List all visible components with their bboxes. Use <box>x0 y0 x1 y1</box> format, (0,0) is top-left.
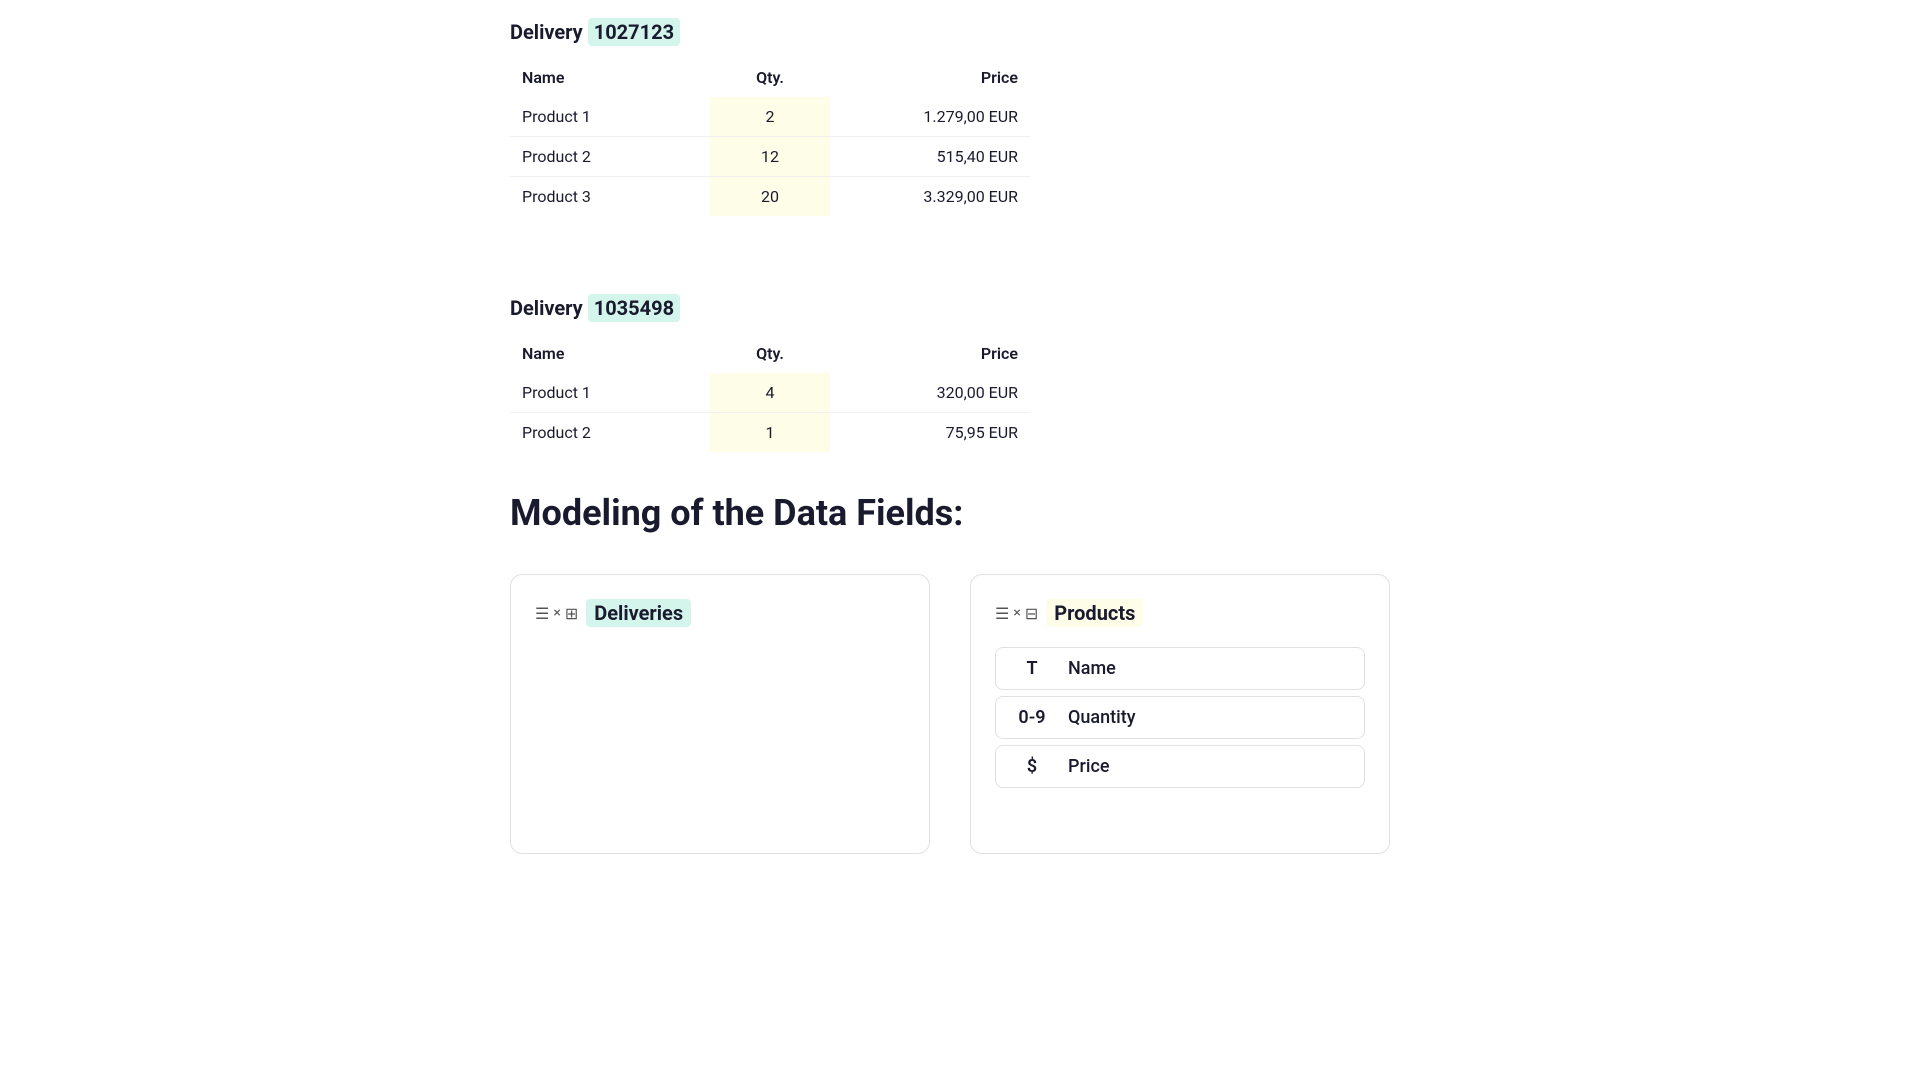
cell-price: 3.329,00 EUR <box>830 177 1030 217</box>
col-header-qty-2: Qty. <box>710 336 830 373</box>
field-rows-products: T Name 0-9 Quantity $ Price <box>995 647 1365 788</box>
field-name: Price <box>1068 756 1109 777</box>
modeling-title: Modeling of the Data Fields: <box>510 492 1410 534</box>
table-icon-products: ⊟ <box>1025 604 1038 623</box>
modeling-cards: ☰ × ⊞ Deliveries ☰ × ⊟ Products <box>510 574 1410 854</box>
list-icon-deliveries: ☰ <box>535 604 549 623</box>
table-row: Product 3 20 3.329,00 EUR <box>510 177 1030 217</box>
field-row: $ Price <box>995 745 1365 788</box>
cell-price: 75,95 EUR <box>830 413 1030 453</box>
field-icon: 0-9 <box>1012 707 1052 728</box>
separator-1 <box>510 256 1410 296</box>
cell-name: Product 1 <box>510 373 710 413</box>
model-card-products: ☰ × ⊟ Products T Name 0-9 Quantity $ Pri… <box>970 574 1390 854</box>
table-row: Product 1 4 320,00 EUR <box>510 373 1030 413</box>
field-name: Name <box>1068 658 1116 679</box>
list-icon-products: ☰ <box>995 604 1009 623</box>
cell-price: 320,00 EUR <box>830 373 1030 413</box>
cell-name: Product 2 <box>510 413 710 453</box>
cell-qty: 20 <box>710 177 830 217</box>
model-card-header-deliveries: ☰ × ⊞ Deliveries <box>535 599 905 627</box>
table-icon-deliveries: ⊞ <box>565 604 578 623</box>
cell-qty: 4 <box>710 373 830 413</box>
delivery-title-2: Delivery 1035498 <box>510 296 680 320</box>
col-header-price-1: Price <box>830 60 1030 97</box>
model-card-icons-deliveries: ☰ × ⊞ <box>535 604 578 623</box>
col-header-qty-1: Qty. <box>710 60 830 97</box>
cell-qty: 2 <box>710 97 830 137</box>
cell-price: 1.279,00 EUR <box>830 97 1030 137</box>
cell-qty: 12 <box>710 137 830 177</box>
delivery-title-1: Delivery 1027123 <box>510 20 680 44</box>
field-icon: T <box>1012 658 1052 679</box>
field-row: 0-9 Quantity <box>995 696 1365 739</box>
model-card-deliveries: ☰ × ⊞ Deliveries <box>510 574 930 854</box>
delivery-table-2: Name Qty. Price Product 1 4 320,00 EUR P… <box>510 336 1030 452</box>
cell-qty: 1 <box>710 413 830 453</box>
modeling-section: Modeling of the Data Fields: ☰ × ⊞ Deliv… <box>510 492 1410 854</box>
field-icon: $ <box>1012 756 1052 777</box>
model-card-icons-products: ☰ × ⊟ <box>995 604 1038 623</box>
card-label-products: Products <box>1046 599 1143 627</box>
col-header-name-1: Name <box>510 60 710 97</box>
delivery-table-1: Name Qty. Price Product 1 2 1.279,00 EUR… <box>510 60 1030 216</box>
table-row: Product 2 1 75,95 EUR <box>510 413 1030 453</box>
cell-price: 515,40 EUR <box>830 137 1030 177</box>
close-icon-products: × <box>1013 605 1020 621</box>
delivery-section-1: Delivery 1027123 Name Qty. Price Product… <box>510 20 1410 216</box>
field-row: T Name <box>995 647 1365 690</box>
page-container: Delivery 1027123 Name Qty. Price Product… <box>470 0 1450 1080</box>
cell-name: Product 2 <box>510 137 710 177</box>
cell-name: Product 3 <box>510 177 710 217</box>
col-header-name-2: Name <box>510 336 710 373</box>
card-label-deliveries: Deliveries <box>586 599 691 627</box>
field-name: Quantity <box>1068 707 1136 728</box>
delivery-section-2: Delivery 1035498 Name Qty. Price Product… <box>510 296 1410 452</box>
close-icon-deliveries: × <box>553 605 560 621</box>
table-row: Product 1 2 1.279,00 EUR <box>510 97 1030 137</box>
col-header-price-2: Price <box>830 336 1030 373</box>
cell-name: Product 1 <box>510 97 710 137</box>
table-row: Product 2 12 515,40 EUR <box>510 137 1030 177</box>
model-card-header-products: ☰ × ⊟ Products <box>995 599 1365 627</box>
